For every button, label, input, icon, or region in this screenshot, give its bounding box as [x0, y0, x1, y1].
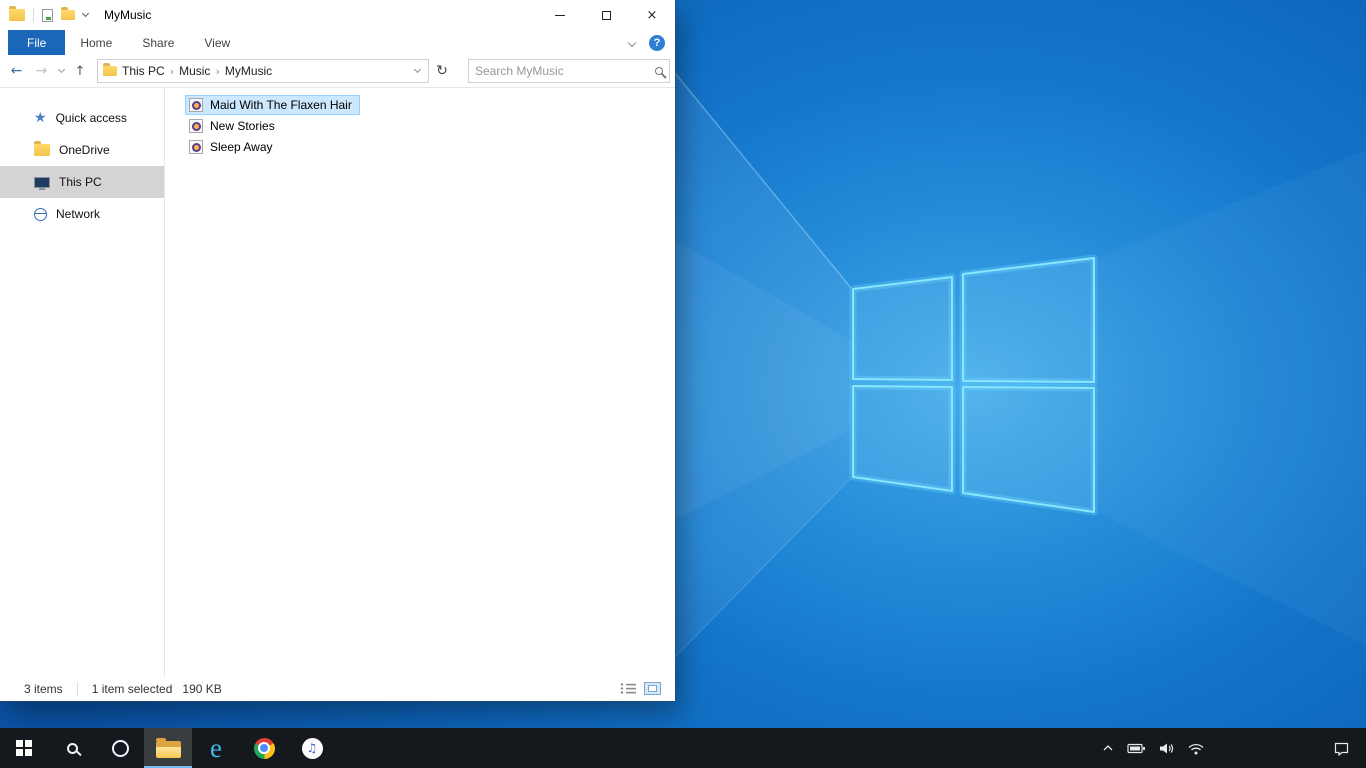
- onedrive-folder-icon: [34, 141, 50, 156]
- tab-share[interactable]: Share: [127, 30, 189, 55]
- status-bar: 3 items 1 item selected 190 KB: [0, 676, 675, 701]
- desktop: MyMusic × File Home Share View ? ← → ↑ T…: [0, 0, 1366, 768]
- recent-locations-chevron-icon[interactable]: [54, 65, 68, 74]
- tab-file[interactable]: File: [8, 30, 66, 55]
- properties-icon[interactable]: [42, 8, 53, 22]
- title-bar[interactable]: MyMusic ×: [0, 0, 675, 30]
- minimize-button[interactable]: [537, 0, 583, 30]
- sidebar-item-label: OneDrive: [59, 143, 110, 157]
- hidden-icons-button[interactable]: [1100, 728, 1116, 768]
- action-center-button[interactable]: [1329, 728, 1354, 768]
- details-view-icon[interactable]: [620, 682, 637, 695]
- breadcrumb-this-pc[interactable]: This PC: [117, 64, 170, 78]
- toolbar-separator: [33, 8, 34, 22]
- sidebar-item-label: Quick access: [55, 111, 127, 125]
- status-separator: [76, 681, 78, 696]
- ie-icon: e: [210, 732, 222, 763]
- search-icon: [66, 742, 78, 754]
- file-name: Maid With The Flaxen Hair: [210, 98, 352, 112]
- status-selection-summary: 1 item selected: [91, 681, 173, 696]
- taskbar-internet-explorer-button[interactable]: e: [192, 728, 240, 768]
- taskbar-itunes-button[interactable]: ♫: [288, 728, 336, 768]
- battery-status[interactable]: [1125, 728, 1148, 768]
- tab-home[interactable]: Home: [65, 30, 127, 55]
- status-selection-size: 190 KB: [182, 681, 222, 696]
- sidebar-item-label: Network: [56, 207, 101, 221]
- expand-ribbon-chevron-icon[interactable]: [627, 38, 637, 47]
- wifi-icon: [1188, 743, 1204, 754]
- help-button[interactable]: ?: [649, 34, 665, 51]
- breadcrumb-music[interactable]: Music: [174, 64, 215, 78]
- network-status[interactable]: [1186, 728, 1206, 768]
- file-list: Maid With The Flaxen Hair New Stories Sl…: [165, 88, 675, 676]
- taskbar-chrome-button[interactable]: [240, 728, 288, 768]
- search-icon[interactable]: [655, 67, 663, 75]
- navigation-bar: ← → ↑ This PC › Music › MyMusic ↻: [0, 55, 675, 88]
- sidebar-item-quick-access[interactable]: ★ Quick access: [0, 102, 164, 134]
- back-button[interactable]: ←: [4, 64, 29, 78]
- battery-icon: [1127, 743, 1145, 753]
- itunes-icon: ♫: [301, 737, 323, 759]
- chevron-up-icon: [1103, 745, 1113, 751]
- new-folder-icon[interactable]: [61, 7, 75, 20]
- up-button[interactable]: ↑: [68, 64, 92, 79]
- maximize-icon: [601, 10, 611, 20]
- taskbar-file-explorer-button[interactable]: [144, 728, 192, 768]
- media-file-icon: [189, 98, 203, 112]
- media-file-icon: [189, 119, 203, 133]
- sidebar-item-onedrive[interactable]: OneDrive: [0, 134, 164, 166]
- volume-icon: [1160, 743, 1174, 753]
- sidebar-item-label: This PC: [59, 175, 102, 189]
- file-name: Sleep Away: [210, 140, 273, 154]
- action-center-icon: [1334, 742, 1349, 756]
- sidebar-item-this-pc[interactable]: This PC: [0, 166, 164, 198]
- system-tray: [1100, 728, 1206, 768]
- taskbar-search-button[interactable]: [48, 728, 96, 768]
- ribbon-tab-bar: File Home Share View ?: [0, 30, 675, 55]
- tab-view[interactable]: View: [189, 30, 245, 55]
- volume-control[interactable]: [1157, 728, 1177, 768]
- cortana-button[interactable]: [96, 728, 144, 768]
- address-dropdown-chevron-icon[interactable]: [413, 65, 423, 74]
- taskbar: e ♫: [0, 728, 1366, 768]
- maximize-button[interactable]: [583, 0, 629, 30]
- close-icon: ×: [646, 7, 658, 23]
- folder-icon: [155, 737, 181, 758]
- explorer-window-icon: [9, 6, 25, 21]
- minimize-icon: [555, 14, 565, 16]
- start-button[interactable]: [0, 728, 48, 768]
- close-button[interactable]: ×: [629, 0, 675, 30]
- navigation-pane: ★ Quick access OneDrive This PC Network: [0, 88, 165, 676]
- window-controls: ×: [537, 0, 675, 30]
- large-icons-view-icon[interactable]: [644, 682, 661, 695]
- windows-logo-icon: [16, 740, 32, 756]
- window-title: MyMusic: [104, 8, 152, 22]
- star-icon: ★: [34, 110, 47, 126]
- view-toggles: [620, 682, 661, 695]
- status-item-count: 3 items: [24, 681, 63, 696]
- file-item[interactable]: Maid With The Flaxen Hair: [185, 95, 360, 115]
- sidebar-item-network[interactable]: Network: [0, 198, 164, 230]
- computer-icon: [34, 176, 50, 190]
- media-file-icon: [189, 140, 203, 154]
- network-icon: [34, 207, 47, 221]
- refresh-button[interactable]: ↻: [429, 63, 455, 79]
- search-input[interactable]: [475, 64, 655, 78]
- breadcrumb-mymusic[interactable]: MyMusic: [220, 64, 277, 78]
- file-item[interactable]: Sleep Away: [185, 137, 281, 157]
- file-explorer-window: MyMusic × File Home Share View ? ← → ↑ T…: [0, 0, 675, 701]
- chrome-icon: [253, 737, 275, 759]
- cortana-ring-icon: [111, 739, 129, 757]
- file-name: New Stories: [210, 119, 275, 133]
- file-item[interactable]: New Stories: [185, 116, 283, 136]
- address-bar[interactable]: This PC › Music › MyMusic: [97, 59, 429, 83]
- forward-button[interactable]: →: [29, 64, 54, 78]
- search-box: [468, 59, 670, 83]
- quick-access-toolbar: [9, 6, 90, 22]
- window-body: ★ Quick access OneDrive This PC Network: [0, 88, 675, 676]
- address-folder-icon[interactable]: [103, 63, 117, 76]
- customize-toolbar-chevron-icon[interactable]: [81, 9, 90, 18]
